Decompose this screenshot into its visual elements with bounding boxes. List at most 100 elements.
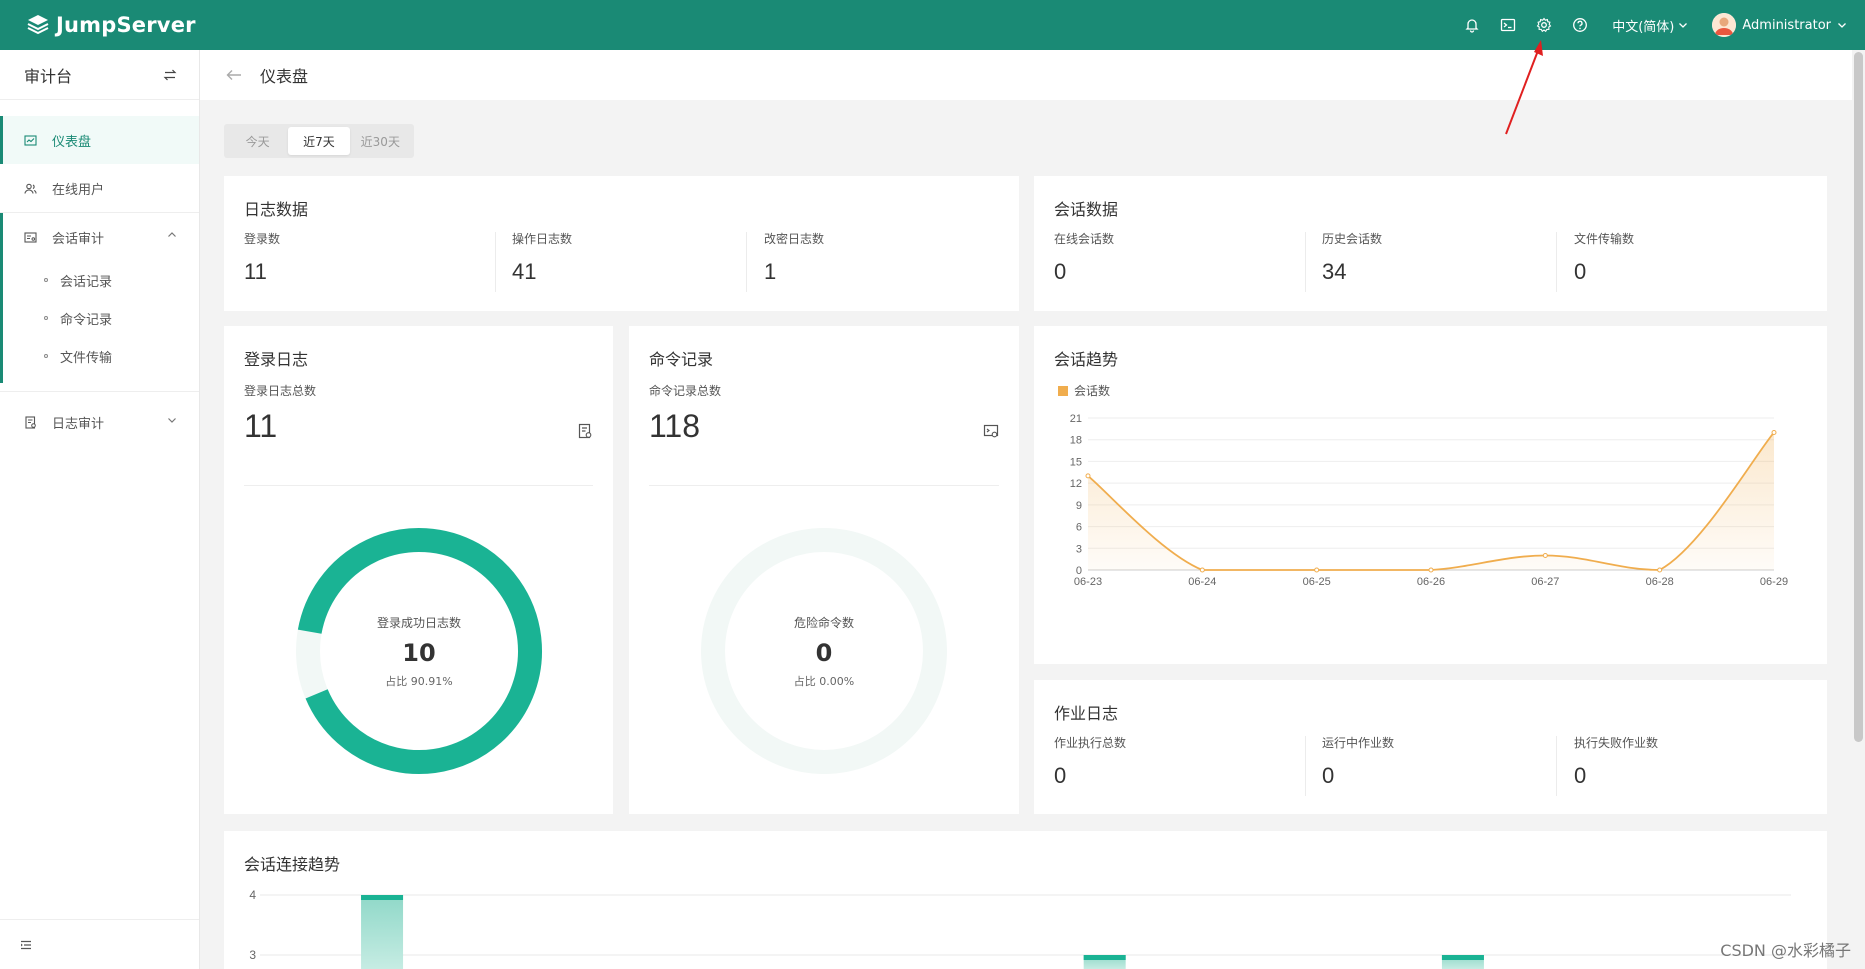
tab-today[interactable]: 今天 <box>227 127 288 155</box>
y-tick-label: 6 <box>1076 522 1082 534</box>
bullet-icon <box>44 278 48 282</box>
x-tick-label: 06-29 <box>1760 576 1788 588</box>
x-tick-label: 06-26 <box>1417 576 1445 588</box>
session-trend-chart: 03691215182106-23 06-24 06-25 06-26 06-27 06-… <box>1070 413 1788 588</box>
x-tick-label: 06-28 <box>1646 576 1674 588</box>
total-label: 登录日志总数 <box>244 384 317 398</box>
stat-value: 0 <box>1054 763 1067 788</box>
jumpserver-logo-icon <box>27 15 49 35</box>
user-name: Administrator <box>1742 17 1831 33</box>
chevron-up-icon <box>168 232 176 237</box>
divider <box>1305 736 1306 796</box>
y-tick-label: 4 <box>249 888 256 902</box>
sidebar-item-online-users[interactable]: 在线用户 <box>0 164 199 212</box>
language-label: 中文(简体) <box>1612 19 1675 35</box>
y-tick-label: 12 <box>1070 478 1082 490</box>
stat-value: 11 <box>244 259 267 284</box>
y-tick-label: 21 <box>1070 413 1082 425</box>
card-title: 命令记录 <box>649 350 714 369</box>
divider <box>1556 736 1557 796</box>
sidebar: 审计台 仪表盘 在线用户 会话审计 会话记录 命令记录 文件传输 日志审计 <box>0 50 200 969</box>
donut-percent: 占比 90.91% <box>385 674 453 688</box>
top-bar: JumpServer 中文(简体) Administrator <box>0 0 1865 50</box>
donut-value: 10 <box>402 638 436 667</box>
stat-value: 41 <box>512 259 537 284</box>
sidebar-subitem-label: 文件传输 <box>60 350 113 366</box>
gear-icon[interactable] <box>1526 0 1562 50</box>
sidebar-item-label: 会话审计 <box>52 231 105 247</box>
dashboard-icon <box>22 134 38 147</box>
total-value: 118 <box>649 408 701 444</box>
divider <box>1305 232 1306 292</box>
card-title: 会话数据 <box>1054 200 1119 219</box>
sidebar-item-session-audit[interactable]: 会话审计 <box>0 213 199 261</box>
sidebar-item-dashboard[interactable]: 仪表盘 <box>0 116 199 164</box>
command-icon[interactable] <box>983 423 999 439</box>
trend-point <box>1428 567 1434 573</box>
back-arrow-icon[interactable] <box>226 66 242 85</box>
total-label: 命令记录总数 <box>649 384 722 398</box>
y-tick-label: 15 <box>1070 456 1082 468</box>
sidebar-item-log-audit[interactable]: 日志审计 <box>0 398 199 446</box>
divider <box>1556 232 1557 292</box>
trend-point <box>1542 553 1548 559</box>
scrollbar-thumb[interactable] <box>1854 52 1863 742</box>
stat-login-count: 登录数 11 <box>244 230 280 288</box>
user-menu[interactable]: Administrator <box>1712 13 1847 37</box>
stat-value: 0 <box>1054 259 1067 284</box>
stat-history-sessions: 历史会话数 34 <box>1322 230 1382 288</box>
command-log-card: 命令记录 命令记录总数 118 危险命令数 0 占比 0.00% <box>629 326 1019 814</box>
trend-point <box>1657 567 1663 573</box>
donut-value: 0 <box>815 638 833 667</box>
tab-30-days[interactable]: 近30天 <box>350 127 411 155</box>
content-header: 仪表盘 <box>200 50 1852 100</box>
trend-area <box>1088 432 1774 570</box>
session-icon <box>22 231 38 244</box>
terminal-icon[interactable] <box>1490 0 1526 50</box>
x-tick-label: 06-24 <box>1188 576 1216 588</box>
collapse-icon <box>21 940 31 949</box>
page-title: 仪表盘 <box>260 67 309 86</box>
collapse-sidebar-button[interactable] <box>0 919 199 969</box>
date-range-tabs: 今天 近7天 近30天 <box>224 124 414 158</box>
language-selector[interactable]: 中文(简体) <box>1612 16 1688 35</box>
sidebar-subitem-file-transfer[interactable]: 文件传输 <box>0 337 199 375</box>
bar-cap <box>1083 955 1126 960</box>
stat-value: 0 <box>1574 763 1587 788</box>
stat-label: 改密日志数 <box>764 232 825 246</box>
connection-trend-card: 会话连接趋势 34 <box>224 831 1827 969</box>
log-icon[interactable] <box>577 423 593 439</box>
total-value: 11 <box>244 408 278 444</box>
bullet-icon <box>44 354 48 358</box>
bell-icon[interactable] <box>1454 0 1490 50</box>
sidebar-item-label: 在线用户 <box>52 182 105 198</box>
session-data-card: 会话数据 在线会话数 0 历史会话数 34 文件传输数 0 <box>1034 176 1827 311</box>
bar-cap <box>1441 955 1484 960</box>
stat-label: 执行失败作业数 <box>1574 736 1659 750</box>
log-icon <box>22 415 38 429</box>
stat-job-failed: 执行失败作业数 0 <box>1574 734 1658 792</box>
sidebar-item-label: 仪表盘 <box>52 134 92 150</box>
brand-logo[interactable]: JumpServer <box>26 13 196 37</box>
sidebar-group-session-audit: 会话审计 会话记录 命令记录 文件传输 <box>0 212 199 383</box>
brand-name: JumpServer <box>56 13 196 37</box>
users-icon <box>22 182 38 195</box>
login-log-card: 登录日志 登录日志总数 11 登录成功日志数 10 占比 90.91% <box>224 326 613 814</box>
sidebar-subitem-session-records[interactable]: 会话记录 <box>0 261 199 299</box>
donut-percent: 占比 0.00% <box>793 674 855 688</box>
divider <box>244 485 593 486</box>
switch-icon[interactable] <box>163 68 177 82</box>
chevron-down-icon <box>1679 23 1688 28</box>
y-tick-label: 3 <box>1076 543 1082 555</box>
sidebar-subitem-label: 会话记录 <box>60 274 113 290</box>
help-icon[interactable] <box>1562 0 1598 50</box>
stat-label: 操作日志数 <box>512 232 573 246</box>
stat-value: 0 <box>1322 763 1335 788</box>
sidebar-subitem-command-records[interactable]: 命令记录 <box>0 299 199 337</box>
log-data-card: 日志数据 登录数 11 操作日志数 41 改密日志数 1 <box>224 176 1019 311</box>
job-log-card: 作业日志 作业执行总数 0 运行中作业数 0 执行失败作业数 0 <box>1034 680 1827 814</box>
tab-7-days[interactable]: 近7天 <box>288 127 350 155</box>
stat-online-sessions: 在线会话数 0 <box>1054 230 1114 288</box>
bullet-icon <box>44 316 48 320</box>
donut-center: 危险命令数 0 占比 0.00% <box>699 526 949 776</box>
